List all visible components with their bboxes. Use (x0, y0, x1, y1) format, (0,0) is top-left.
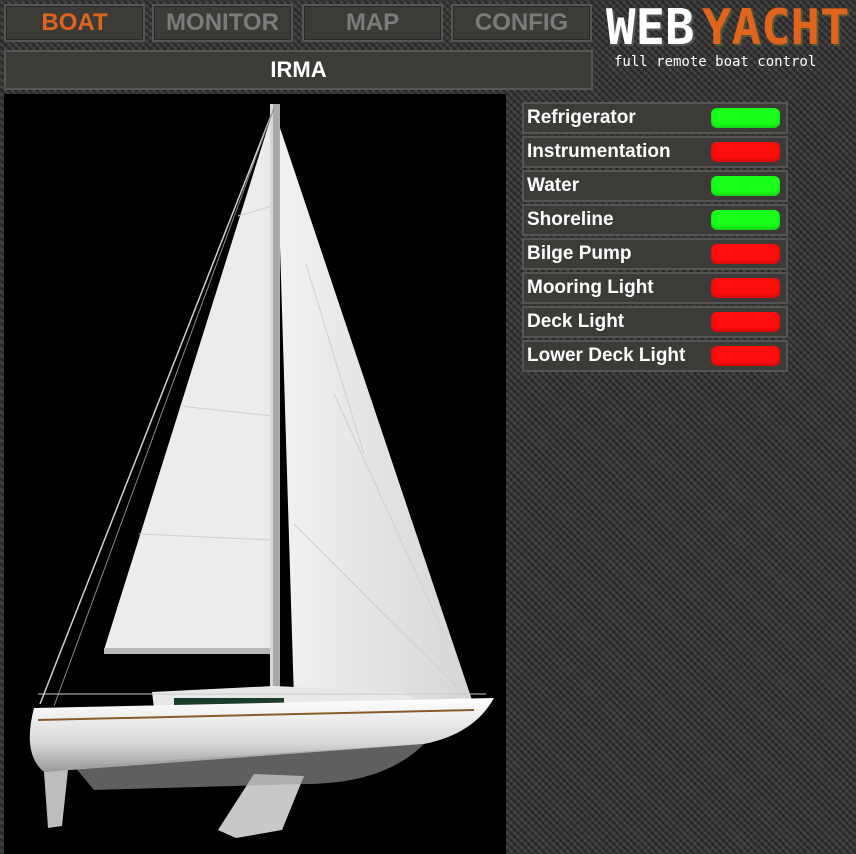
status-indicator-on (711, 176, 780, 196)
status-label: Lower Deck Light (527, 345, 686, 366)
status-row-mooring-light[interactable]: Mooring Light (522, 272, 788, 304)
status-label: Deck Light (527, 311, 625, 332)
status-row-instrumentation[interactable]: Instrumentation (522, 136, 788, 168)
status-label: Shoreline (527, 209, 614, 230)
system-status-list: Refrigerator Instrumentation Water Shore… (522, 102, 788, 374)
boat-name-title: IRMA (4, 50, 593, 90)
status-row-bilge-pump[interactable]: Bilge Pump (522, 238, 788, 270)
webyacht-logo: WEB YACHT full remote boat control (604, 2, 854, 74)
tab-monitor[interactable]: MONITOR (152, 4, 293, 42)
status-row-water[interactable]: Water (522, 170, 788, 202)
status-indicator-off (711, 278, 780, 298)
logo-web-text: WEB (606, 0, 695, 56)
logo-tagline: full remote boat control (614, 54, 817, 70)
status-indicator-off (711, 312, 780, 332)
tab-config[interactable]: CONFIG (451, 4, 592, 42)
status-indicator-on (711, 210, 780, 230)
tab-map[interactable]: MAP (302, 4, 443, 42)
status-row-lower-deck-light[interactable]: Lower Deck Light (522, 340, 788, 372)
status-indicator-on (711, 108, 780, 128)
boat-image-panel (4, 94, 506, 854)
status-label: Bilge Pump (527, 243, 632, 264)
status-label: Mooring Light (527, 277, 654, 298)
status-indicator-off (711, 244, 780, 264)
sailboat-icon (29, 104, 494, 838)
status-indicator-off (711, 346, 780, 366)
status-indicator-off (711, 142, 780, 162)
tab-boat[interactable]: BOAT (4, 4, 145, 42)
status-row-shoreline[interactable]: Shoreline (522, 204, 788, 236)
logo-yacht-text: YACHT (702, 0, 850, 56)
status-label: Instrumentation (527, 141, 671, 162)
status-row-refrigerator[interactable]: Refrigerator (522, 102, 788, 134)
status-row-deck-light[interactable]: Deck Light (522, 306, 788, 338)
status-label: Water (527, 175, 580, 196)
status-label: Refrigerator (527, 107, 636, 128)
